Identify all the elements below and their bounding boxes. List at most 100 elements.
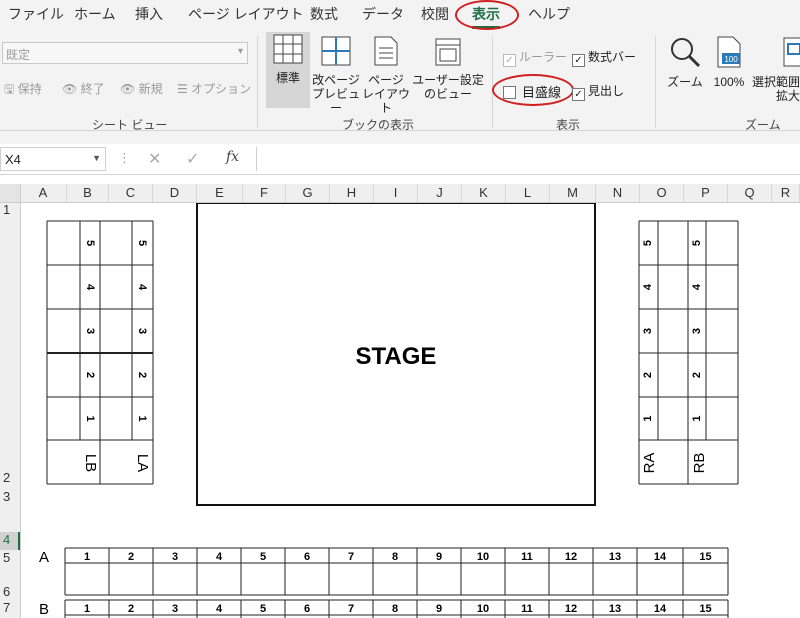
formula-bar-checkbox[interactable]: ✓ 数式バー [572, 48, 636, 67]
column-header-o[interactable]: O [640, 184, 684, 202]
sheet-view-exit-button[interactable]: 👁 終了 [62, 80, 105, 97]
save-icon: 🖫 [4, 82, 15, 96]
group-divider [655, 36, 656, 128]
sheet-view-keep-button[interactable]: 🖫 保持 [4, 80, 42, 101]
custom-views-label-1: ユーザー設定 [412, 73, 484, 87]
seat-row-a-seat-number: 12 [565, 551, 577, 563]
formula-bar: X4 ▼ ⋮ ✕ ✓ fx [0, 144, 800, 175]
column-header-c[interactable]: C [109, 184, 153, 202]
more-dots-icon: ⋮ [118, 150, 131, 165]
name-box[interactable]: X4 ▼ [0, 147, 106, 171]
row-header-3[interactable]: 3 [0, 489, 20, 504]
column-header-k[interactable]: K [462, 184, 506, 202]
block-label-ra: RA [641, 453, 658, 474]
sheet-view-options-button[interactable]: ☰ オプション [177, 80, 251, 97]
row-header-1[interactable]: 1 [0, 202, 20, 217]
seat-row-a-seat-number: 3 [172, 551, 178, 563]
enter-icon[interactable]: ✓ [186, 149, 199, 169]
options-label: オプション [191, 82, 252, 96]
column-header-q[interactable]: Q [728, 184, 772, 202]
seat-row-a-seat-number: 2 [128, 551, 134, 563]
formula-input[interactable] [256, 147, 800, 171]
page-layout-label-1: ページ [368, 73, 404, 87]
custom-views-button[interactable]: ユーザー設定 のビュー [412, 34, 484, 101]
seat-row-b-seat-number: 12 [565, 603, 577, 615]
zoom-100-icon: 100 [717, 36, 741, 68]
page-layout-button[interactable]: ページ レイアウト [362, 34, 410, 115]
zoom-100-button[interactable]: 100 100% [710, 34, 748, 89]
column-header-h[interactable]: H [330, 184, 374, 202]
tab-review[interactable]: 校閲 [421, 4, 449, 24]
headings-checkbox[interactable]: ✓ 見出し [572, 82, 624, 101]
tab-insert[interactable]: 挿入 [135, 4, 163, 24]
normal-view-label: 標準 [275, 71, 300, 85]
highlight-oval-gridlines [492, 74, 574, 106]
stage-label: STAGE [356, 343, 437, 370]
tab-page-layout[interactable]: ページ レイアウト [188, 4, 304, 24]
seat-number-la: 4 [136, 284, 148, 291]
seat-row-a-seat-number: 15 [699, 551, 711, 563]
tab-help[interactable]: ヘルプ [528, 4, 570, 24]
column-header-f[interactable]: F [243, 184, 286, 202]
column-header-p[interactable]: P [684, 184, 728, 202]
column-header-j[interactable]: J [418, 184, 462, 202]
column-header-i[interactable]: I [374, 184, 418, 202]
row-header-4[interactable]: 4 [0, 532, 20, 550]
cancel-icon[interactable]: ✕ [148, 149, 161, 169]
seat-number-rb: 1 [691, 415, 703, 421]
seat-row-a-seat-number: 7 [348, 551, 354, 563]
row-header-2[interactable]: 2 [0, 470, 20, 485]
column-header-a[interactable]: A [20, 184, 67, 202]
zoom-button[interactable]: ズーム [664, 34, 706, 89]
seat-number-ra: 5 [642, 240, 654, 246]
column-header-r[interactable]: R [772, 184, 800, 202]
seat-number-la: 5 [136, 240, 148, 246]
eye-icon: 👁 [62, 82, 78, 96]
ruler-label: ルーラー [519, 50, 568, 64]
insert-function-icon[interactable]: fx [226, 149, 239, 165]
tab-data[interactable]: データ [362, 4, 404, 24]
row-header-5[interactable]: 5 [0, 550, 20, 565]
column-header-l[interactable]: L [506, 184, 550, 202]
seat-row-a-seat-number: 11 [521, 551, 533, 563]
seat-row-b-seat-number: 10 [477, 603, 489, 615]
seat-row-b-seat-number: 7 [348, 603, 354, 615]
seat-number-lb: 4 [84, 284, 96, 291]
seat-row-b-seat-number: 13 [609, 603, 621, 615]
seat-number-lb: 1 [84, 415, 96, 421]
ruler-checkbox[interactable]: ✓ ルーラー [503, 48, 567, 67]
seat-number-ra: 1 [642, 415, 654, 421]
tab-formulas[interactable]: 数式 [310, 4, 338, 24]
column-header-e[interactable]: E [197, 184, 243, 202]
column-header-n[interactable]: N [596, 184, 640, 202]
select-all-corner[interactable] [0, 184, 21, 203]
sheet-view-dropdown[interactable]: 既定 ▾ [2, 42, 248, 64]
new-label: 新規 [138, 82, 163, 96]
column-header-m[interactable]: M [550, 184, 596, 202]
seat-row-a-seat-number: 13 [609, 551, 621, 563]
eye-plus-icon: 👁 [120, 82, 136, 96]
tab-home[interactable]: ホーム [74, 4, 116, 24]
row-header-6[interactable]: 6 [0, 584, 20, 599]
custom-views-label-2: のビュー [423, 87, 472, 101]
zoom-selection-button[interactable]: 選択範囲 拡大 [752, 34, 800, 103]
normal-view-button[interactable]: 標準 [266, 32, 310, 108]
column-header-b[interactable]: B [67, 184, 109, 202]
exit-label: 終了 [80, 82, 105, 96]
tab-file[interactable]: ファイル [8, 4, 64, 24]
seat-row-a-seat-number: 9 [436, 551, 442, 563]
custom-view-icon [435, 38, 461, 66]
seat-row-b-seat-number: 4 [216, 603, 223, 615]
seat-number-rb: 4 [691, 283, 703, 290]
column-header-g[interactable]: G [286, 184, 330, 202]
sheet-view-dropdown-value: 既定 [6, 48, 31, 62]
headings-label: 見出し [588, 84, 625, 98]
row-label-a: A [39, 549, 49, 566]
column-headers: ABCDEFGHIJKLMNOPQR [0, 184, 800, 203]
row-header-7[interactable]: 7 [0, 600, 20, 615]
seat-number-rb: 3 [691, 328, 703, 334]
column-header-d[interactable]: D [153, 184, 197, 202]
page-break-preview-button[interactable]: 改ページ プレビュー [312, 34, 360, 115]
sheet-view-new-button[interactable]: 👁 新規 [120, 80, 163, 97]
zoom-selection-label-2: 拡大 [776, 89, 800, 103]
